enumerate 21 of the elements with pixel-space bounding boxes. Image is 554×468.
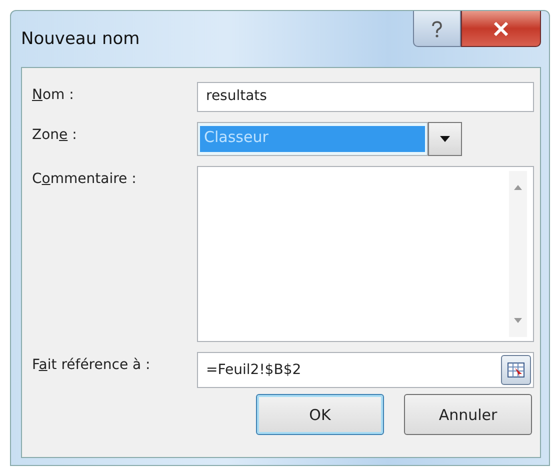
- range-picker-button[interactable]: [501, 355, 531, 385]
- close-icon: [493, 22, 509, 36]
- field-label: Commentaire :: [32, 170, 138, 187]
- dropdown-button[interactable]: [428, 122, 462, 156]
- help-icon: [430, 20, 444, 38]
- field-label: Fait référence à :: [32, 356, 152, 373]
- reference-field[interactable]: =Feuil2!$B$2: [197, 352, 534, 388]
- comment-field[interactable]: [197, 166, 534, 342]
- field-label: Nom :: [32, 86, 75, 103]
- name-field[interactable]: resultats: [197, 82, 534, 112]
- caret-icon: [440, 136, 450, 142]
- window-title: Nouveau nom: [21, 29, 140, 49]
- scroll-up-icon: [514, 185, 522, 190]
- help-button[interactable]: [413, 11, 461, 47]
- scroll-down-icon: [514, 318, 522, 323]
- scrollbar[interactable]: [509, 171, 527, 337]
- field-label: Zone :: [32, 126, 78, 143]
- grid-icon: [507, 361, 525, 379]
- cancel-button[interactable]: Annuler: [404, 394, 532, 435]
- close-button[interactable]: [461, 11, 541, 47]
- ok-button[interactable]: OK: [256, 394, 384, 435]
